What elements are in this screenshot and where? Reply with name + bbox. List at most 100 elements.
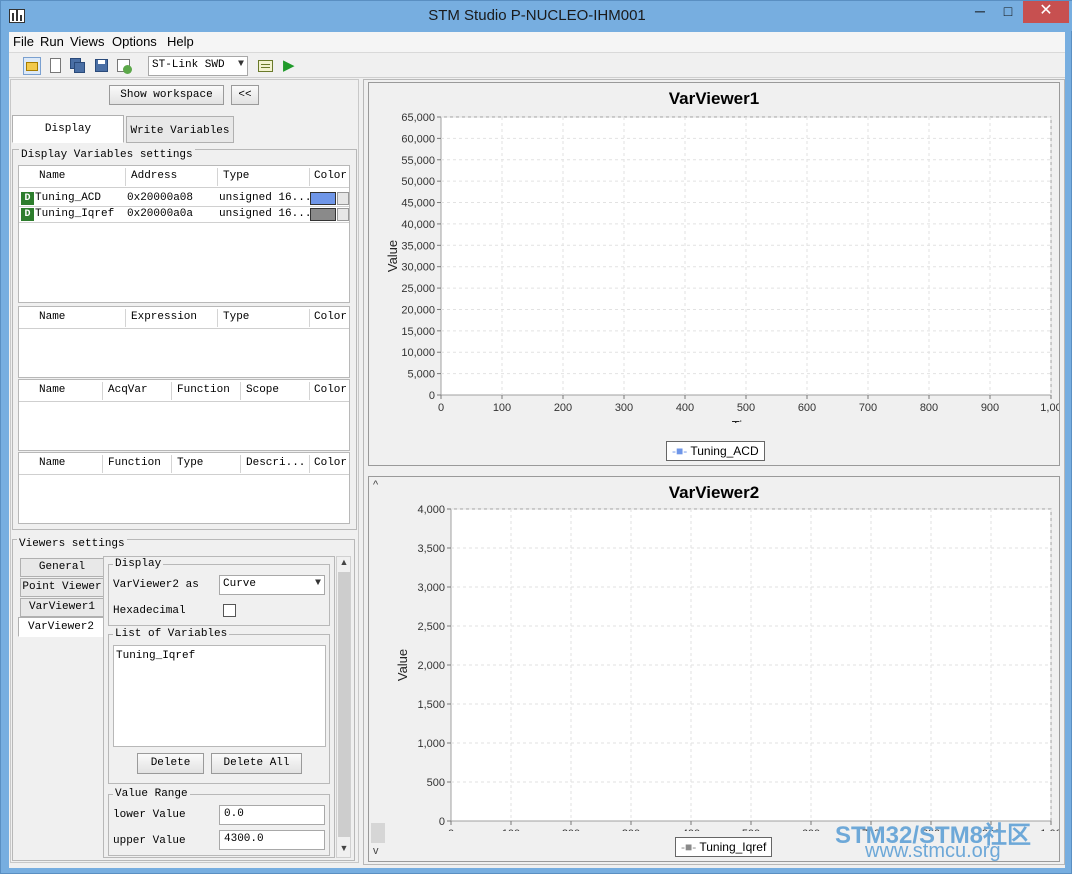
functions-table: Name Function Type Descri... Color — [18, 452, 350, 524]
varviewer1-panel: VarViewer1 0 5,000 10,000 15,000 20,000 25,00… — [368, 82, 1060, 466]
col-name: Name — [39, 457, 66, 469]
scroll-up-icon[interactable]: ▲ — [338, 557, 350, 571]
color-swatch[interactable] — [310, 208, 336, 221]
var-address: 0x20000a0a — [127, 208, 194, 220]
close-button[interactable]: ✕ — [1023, 1, 1069, 23]
lower-value-input[interactable]: 0.0 — [219, 805, 325, 825]
menu-help[interactable]: Help — [167, 34, 194, 49]
x-tick-label: 200 — [562, 828, 580, 831]
col-color: Color — [314, 457, 348, 469]
y-tick-label: 500 — [427, 777, 445, 789]
display-variables-settings-label: Display Variables settings — [19, 149, 195, 161]
collapse-button[interactable]: << — [231, 85, 259, 105]
table-row[interactable]: D Tuning_Iqref 0x20000a0a unsigned 16... — [19, 207, 349, 223]
expressions-table: Name Expression Type Color — [18, 306, 350, 378]
x-tick-label: 0 — [438, 402, 444, 414]
color-swatch[interactable] — [310, 192, 336, 205]
menu-file[interactable]: File — [13, 34, 34, 49]
display-as-value: Curve — [223, 578, 257, 590]
y-tick-label: 25,000 — [401, 283, 435, 295]
minimize-button[interactable]: ─ — [967, 1, 993, 23]
col-name: Name — [39, 311, 66, 323]
x-tick-label: 200 — [554, 402, 572, 414]
connection-select-value: ST-Link SWD — [152, 59, 225, 71]
show-workspace-button[interactable]: Show workspace — [109, 85, 224, 105]
settings-icon[interactable] — [257, 57, 275, 75]
variables-listbox[interactable]: Tuning_Iqref — [113, 645, 326, 747]
y-tick-label: 50,000 — [401, 176, 435, 188]
list-item[interactable]: Tuning_Iqref — [116, 650, 323, 662]
upper-value-input[interactable]: 4300.0 — [219, 830, 325, 850]
viewers-settings-label: Viewers settings — [17, 538, 127, 550]
x-tick-label: 700 — [859, 402, 877, 414]
collapse-down-icon[interactable]: v — [373, 845, 379, 857]
tab-write-variables[interactable]: Write Variables — [126, 116, 234, 143]
col-expression: Expression — [131, 311, 198, 323]
x-tick-label: 300 — [615, 402, 633, 414]
col-name: Name — [39, 170, 66, 182]
menu-options[interactable]: Options — [112, 34, 157, 49]
y-tick-label: 60,000 — [401, 133, 435, 145]
y-tick-label: 20,000 — [401, 304, 435, 316]
scroll-down-icon[interactable]: ▼ — [338, 843, 350, 857]
col-scope: Scope — [246, 384, 280, 396]
legend-marker-icon: -■- — [672, 444, 688, 458]
scrollbar-thumb[interactable] — [338, 572, 350, 837]
col-function: Function — [177, 384, 230, 396]
save-all-icon[interactable] — [69, 57, 87, 75]
varviewer2-panel: ^ v VarViewer2 0 500 1,000 1,500 2,000 2,500 3… — [368, 476, 1060, 862]
variables-table-header: Name Address Type Color — [19, 166, 349, 188]
y-axis-label: Value — [385, 240, 400, 272]
save-icon[interactable] — [93, 57, 111, 75]
y-tick-label: 35,000 — [401, 240, 435, 252]
functions-table-header: Name Function Type Descri... Color — [19, 453, 349, 475]
window-title: STM Studio P-NUCLEO-IHM001 — [428, 7, 646, 24]
varviewer1-chart[interactable]: 0 5,000 10,000 15,000 20,000 25,000 30,000 35,0… — [369, 83, 1059, 423]
viewer-tab-point-viewer[interactable]: Point Viewer — [20, 578, 104, 597]
display-as-select[interactable]: Curve ▼ — [219, 575, 325, 595]
x-tick-label: 600 — [802, 828, 820, 831]
maximize-button[interactable]: □ — [995, 1, 1021, 23]
upper-value-label: upper Value — [113, 835, 186, 847]
export-icon[interactable] — [115, 57, 133, 75]
hexadecimal-checkbox[interactable] — [223, 604, 236, 617]
viewer-settings-scrollbar[interactable]: ▲ ▼ — [336, 556, 351, 858]
run-icon[interactable]: ▶ — [283, 57, 301, 75]
expressions-table-header: Name Expression Type Color — [19, 307, 349, 329]
connection-select[interactable]: ST-Link SWD ▼ — [148, 56, 248, 76]
viewer-tab-varviewer2[interactable]: VarViewer2 — [18, 617, 104, 637]
col-color: Color — [314, 384, 348, 396]
table-row[interactable]: D Tuning_ACD 0x20000a08 unsigned 16... — [19, 191, 349, 207]
y-tick-label: 2,500 — [417, 621, 445, 633]
color-picker-button[interactable] — [337, 192, 349, 205]
x-tick-label: 1,00 — [1040, 402, 1059, 414]
color-picker-button[interactable] — [337, 208, 349, 221]
variables-table: Name Address Type Color D Tuning_ACD 0x2… — [18, 165, 350, 303]
tab-display-variables[interactable]: Display Variables — [12, 115, 124, 161]
y-tick-label: 0 — [439, 816, 445, 828]
delete-all-button[interactable]: Delete All — [211, 753, 302, 774]
col-function: Function — [108, 457, 161, 469]
var-address: 0x20000a08 — [127, 192, 194, 204]
col-address: Address — [131, 170, 178, 182]
app-window: STM Studio P-NUCLEO-IHM001 ─ □ ✕ File Ru… — [0, 0, 1072, 874]
delete-button[interactable]: Delete — [137, 753, 204, 774]
new-file-icon[interactable] — [47, 57, 65, 75]
open-folder-icon[interactable] — [23, 57, 41, 75]
varviewer2-chart[interactable]: 0 500 1,000 1,500 2,000 2,500 3,000 3,500 4,000 0… — [369, 477, 1059, 831]
title-bar[interactable]: STM Studio P-NUCLEO-IHM001 ─ □ ✕ — [1, 1, 1072, 31]
chevron-down-icon: ▼ — [237, 59, 244, 70]
col-description: Descri... — [246, 457, 306, 469]
menu-bar: File Run Views Options Help — [9, 32, 1065, 52]
y-tick-label: 30,000 — [401, 262, 435, 274]
y-axis-label: Value — [395, 649, 410, 681]
y-tick-label: 15,000 — [401, 326, 435, 338]
x-tick-label: 100 — [493, 402, 511, 414]
menu-views[interactable]: Views — [70, 34, 104, 49]
viewer-tab-general[interactable]: General — [20, 558, 104, 577]
display-badge-icon: D — [21, 208, 34, 221]
var-type: unsigned 16... — [219, 208, 312, 220]
menu-run[interactable]: Run — [40, 34, 64, 49]
acquisition-table-header: Name AcqVar Function Scope Color — [19, 380, 349, 402]
viewer-tab-varviewer1[interactable]: VarViewer1 — [20, 598, 104, 617]
